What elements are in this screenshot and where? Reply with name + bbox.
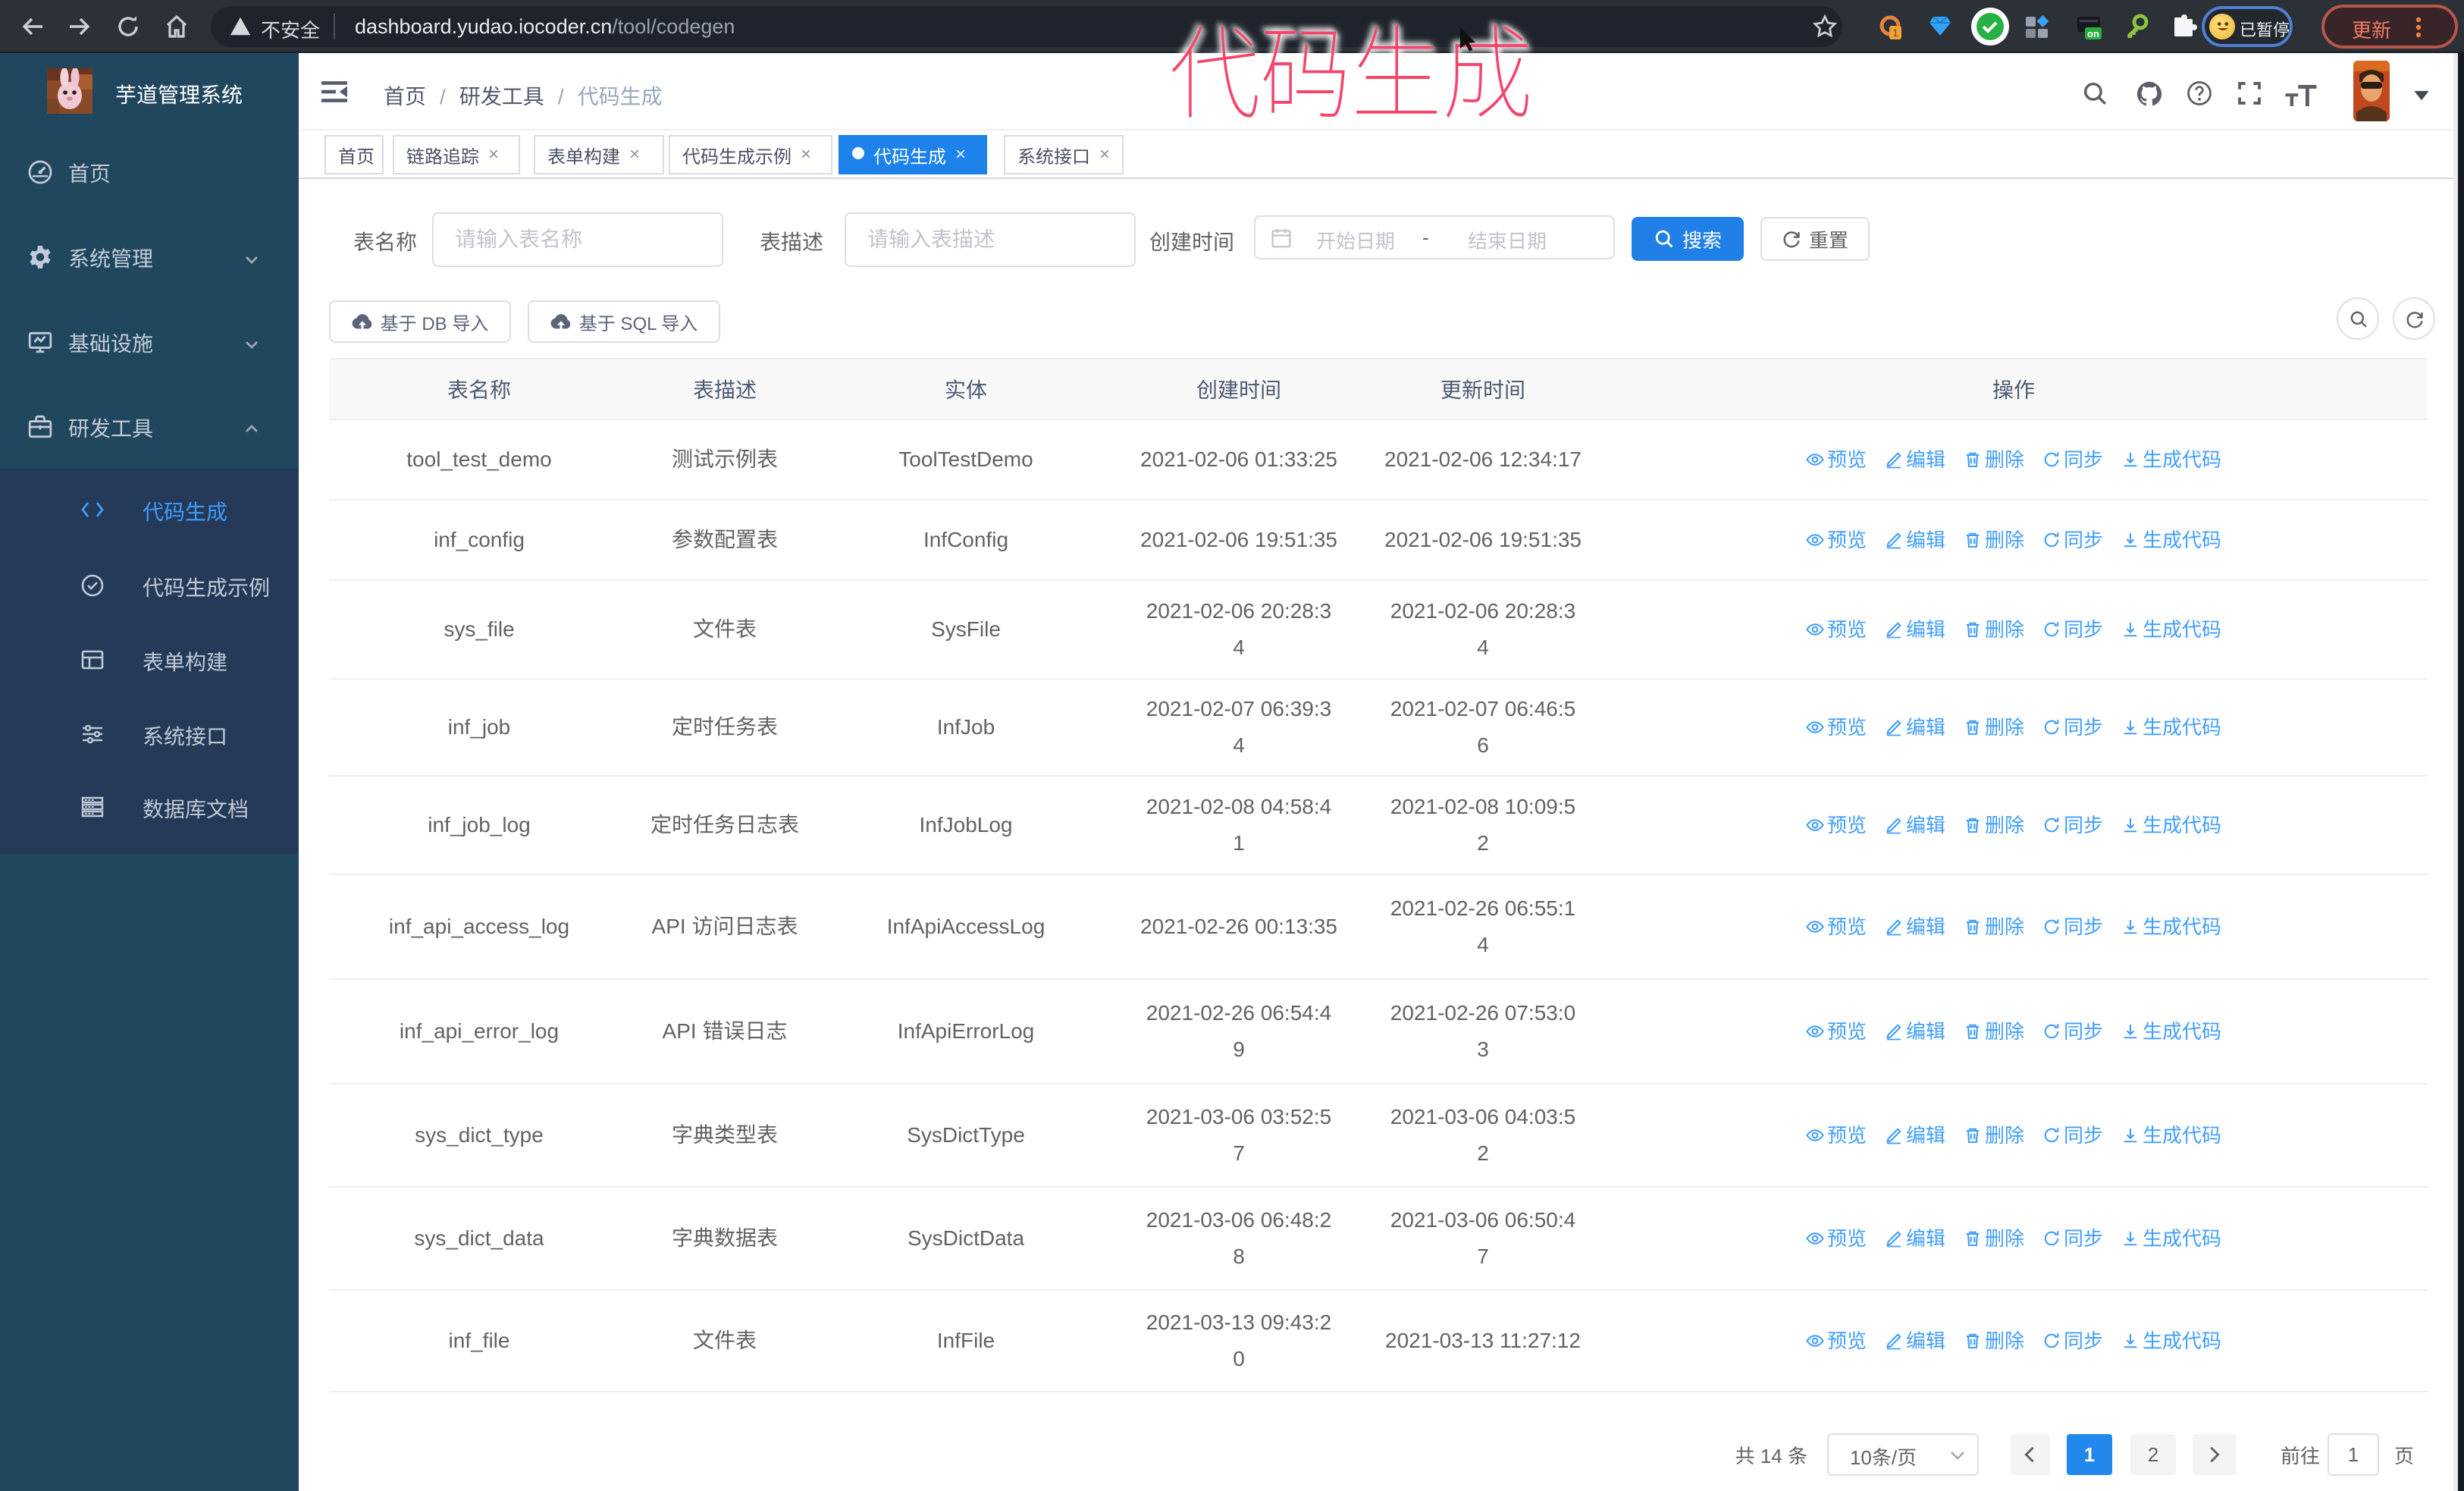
svg-text:1: 1 [1892, 27, 1898, 39]
svg-text:on: on [2087, 28, 2099, 39]
